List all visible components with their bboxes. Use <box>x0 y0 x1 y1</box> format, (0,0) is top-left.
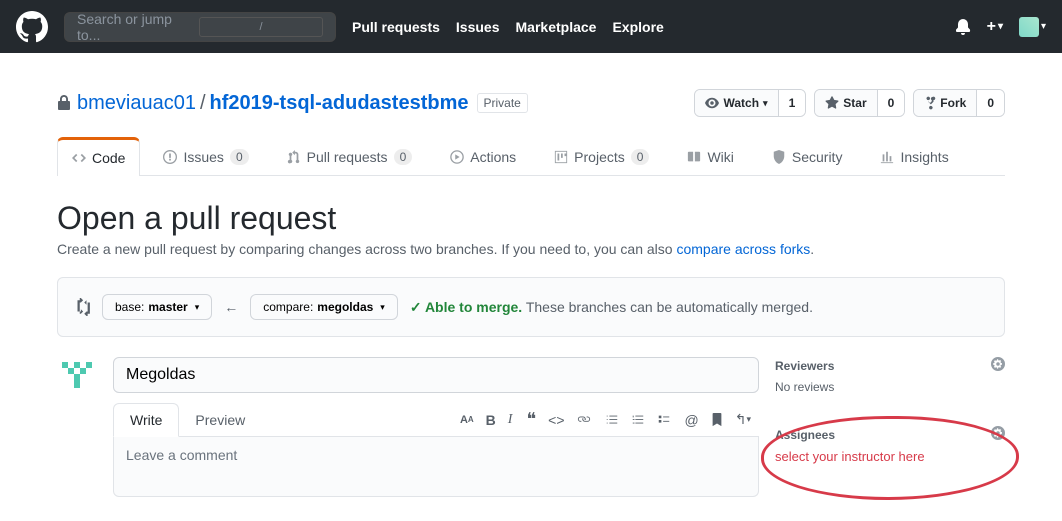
main-area: Open a pull request Create a new pull re… <box>57 176 1005 521</box>
star-button[interactable]: Star 0 <box>814 89 905 117</box>
tab-wiki[interactable]: Wiki <box>672 137 748 175</box>
repo-name-link[interactable]: hf2019-tsql-adudastestbme <box>210 92 469 115</box>
check-icon: ✓ <box>410 299 422 315</box>
graph-icon <box>880 150 894 164</box>
pr-sidebar: Reviewers No reviews Assignees select yo… <box>775 357 1005 497</box>
eye-icon <box>705 96 719 110</box>
watch-button[interactable]: Watch▾ 1 <box>694 89 806 117</box>
global-header: Search or jump to... / Pull requests Iss… <box>0 0 1062 53</box>
mention-icon[interactable]: @ <box>685 411 699 428</box>
author-avatar[interactable] <box>57 357 97 397</box>
ol-icon[interactable] <box>631 413 645 427</box>
nav-marketplace[interactable]: Marketplace <box>516 19 597 35</box>
pr-icon <box>287 150 301 164</box>
nav-issues[interactable]: Issues <box>456 19 500 35</box>
quote-icon[interactable]: ❝ <box>526 409 536 430</box>
reviewers-text: No reviews <box>775 380 1005 394</box>
privacy-badge: Private <box>477 93 528 113</box>
repo-nav: Code Issues0 Pull requests0 Actions Proj… <box>57 137 1005 176</box>
repo-head: bmeviauac01 / hf2019-tsql-adudastestbme … <box>57 69 1005 117</box>
lock-icon <box>57 95 71 111</box>
nav-explore[interactable]: Explore <box>612 19 663 35</box>
reviewers-title: Reviewers <box>775 359 834 373</box>
preview-tab[interactable]: Preview <box>179 404 261 436</box>
project-icon <box>554 150 568 164</box>
search-placeholder: Search or jump to... <box>77 11 199 43</box>
play-icon <box>450 150 464 164</box>
link-icon[interactable] <box>577 409 591 430</box>
tab-code[interactable]: Code <box>57 137 140 176</box>
repo-owner-link[interactable]: bmeviauac01 <box>77 92 196 115</box>
merge-status: ✓ Able to merge. These branches can be a… <box>410 299 813 316</box>
search-input[interactable]: Search or jump to... / <box>64 12 336 42</box>
assignees-section: Assignees select your instructor here <box>775 426 1005 480</box>
github-logo[interactable] <box>16 11 48 43</box>
nav-pulls[interactable]: Pull requests <box>352 19 440 35</box>
main-content: bmeviauac01 / hf2019-tsql-adudastestbme … <box>25 53 1037 521</box>
primary-nav: Pull requests Issues Marketplace Explore <box>352 19 664 35</box>
compare-forks-link[interactable]: compare across forks <box>676 241 810 257</box>
bookmark-icon[interactable] <box>711 411 723 428</box>
ul-icon[interactable] <box>605 413 619 427</box>
reviewers-section: Reviewers No reviews <box>775 357 1005 410</box>
compare-branch-button[interactable]: compare: megoldas▾ <box>250 294 398 320</box>
header-right: +▾ ▾ <box>955 17 1046 37</box>
compare-icon <box>74 298 90 316</box>
comment-textarea[interactable]: Leave a comment <box>113 437 759 497</box>
fork-icon <box>924 96 936 110</box>
code-icon[interactable]: <> <box>548 409 564 430</box>
page-subtitle: Create a new pull request by comparing c… <box>57 241 1005 257</box>
tab-security[interactable]: Security <box>757 137 858 175</box>
pr-title-input[interactable] <box>113 357 759 393</box>
write-tab[interactable]: Write <box>113 403 179 437</box>
gear-icon[interactable] <box>991 426 1005 443</box>
tab-pulls[interactable]: Pull requests0 <box>272 137 428 175</box>
add-menu[interactable]: +▾ <box>987 18 1003 36</box>
task-icon[interactable] <box>657 413 671 427</box>
page-title: Open a pull request <box>57 200 1005 237</box>
pr-body: Write Preview AA B I ❝ <> <box>57 357 1005 497</box>
repo-actions: Watch▾ 1 Star 0 Fork 0 <box>694 89 1005 117</box>
bold-icon[interactable]: B <box>486 412 496 428</box>
arrow-left-icon: ← <box>224 299 238 315</box>
star-count[interactable]: 0 <box>877 90 905 116</box>
watch-count[interactable]: 1 <box>778 90 806 116</box>
italic-icon[interactable]: I <box>508 412 513 428</box>
code-icon <box>72 151 86 165</box>
assignees-title: Assignees <box>775 428 835 442</box>
tab-issues[interactable]: Issues0 <box>148 137 263 175</box>
book-icon <box>687 150 701 164</box>
heading-icon[interactable]: AA <box>460 412 474 428</box>
gear-icon[interactable] <box>991 357 1005 374</box>
issue-icon <box>163 150 177 164</box>
bell-icon[interactable] <box>955 19 971 35</box>
fork-button[interactable]: Fork 0 <box>913 89 1005 117</box>
tab-projects[interactable]: Projects0 <box>539 137 664 175</box>
compare-box: base: master▾ ← compare: megoldas▾ ✓ Abl… <box>57 277 1005 337</box>
reply-icon[interactable]: ↰▾ <box>735 411 751 428</box>
star-icon <box>825 96 839 110</box>
base-branch-button[interactable]: base: master▾ <box>102 294 212 320</box>
slash-icon: / <box>199 17 323 37</box>
markdown-toolbar: AA B I ❝ <> <box>460 409 759 430</box>
tab-insights[interactable]: Insights <box>865 137 963 175</box>
tab-actions[interactable]: Actions <box>435 137 531 175</box>
editor-tabs: Write Preview AA B I ❝ <> <box>113 403 759 437</box>
path-separator: / <box>200 92 206 115</box>
user-avatar[interactable] <box>1019 17 1039 37</box>
assignees-text[interactable]: select your instructor here <box>775 449 1005 464</box>
fork-count[interactable]: 0 <box>976 90 1004 116</box>
shield-icon <box>772 150 786 164</box>
